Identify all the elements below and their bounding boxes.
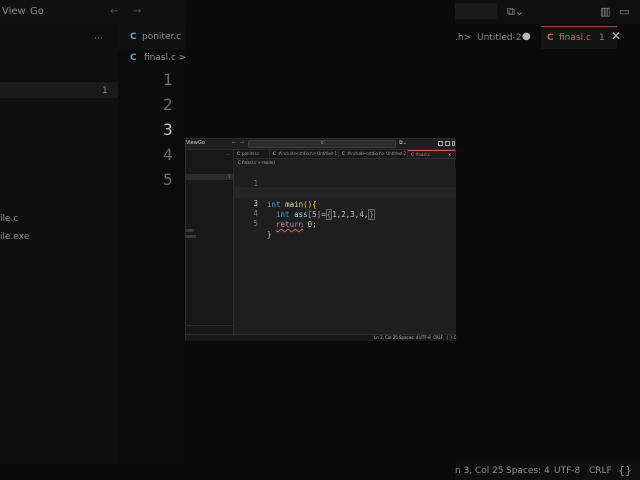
c-file-icon: C (411, 152, 414, 157)
c-file-icon: C (273, 151, 276, 156)
layout-aux-icon[interactable] (452, 141, 455, 146)
bg-line-4: 4 (163, 145, 173, 164)
explorer-file-row-1[interactable] (186, 229, 194, 232)
tab-finasl[interactable]: Cfinasl.c ✕ (408, 150, 456, 158)
bg-line-3: 3 (163, 120, 173, 139)
bg-sidebar-selected (0, 82, 118, 98)
bg-breadcrumb: finasl.c > (144, 53, 187, 63)
bg-bc-c-icon: C (130, 53, 137, 63)
status-encoding[interactable]: UTF-8 (419, 335, 431, 341)
editor-tabs: Cponiter.c C #include<stdio.h> Untitled-1… (234, 150, 456, 159)
title-bar: View Go ← → c ⧉⌄ (186, 139, 456, 150)
bg-status-lang-icon: {} (618, 464, 632, 477)
bg-badge: 1 (102, 86, 108, 96)
c-file-icon: C (342, 151, 345, 156)
search-icon: c (321, 140, 324, 146)
bg-tab-close-num: 1 (599, 33, 605, 43)
c-file-icon: C (237, 151, 240, 156)
explorer-divider (186, 325, 233, 326)
bg-tabbar: C poniter.c (118, 24, 185, 50)
bg-layout-icon: ▥ (600, 5, 611, 18)
bg-tab-untitled2: Untitled-2 (477, 33, 522, 43)
menu-go[interactable]: Go (198, 140, 205, 146)
menu-view[interactable]: View (186, 140, 198, 146)
line-number: 5 (253, 219, 258, 228)
background-menubar: View Go ← → (0, 0, 185, 24)
bg-status-eol: CRLF (589, 466, 612, 476)
bg-search-remnant (455, 3, 497, 19)
bg-line-1: 1 (163, 70, 173, 89)
copilot-icon[interactable]: ⧉⌄ (399, 140, 407, 146)
explorer-sidebar: ··· 1 (186, 150, 234, 334)
bg-c-icon: C (130, 32, 137, 42)
tab-label: finasl.c (415, 152, 431, 157)
bg-tab-h-suffix: .h> (455, 33, 472, 43)
bg-menu-go: Go (30, 6, 44, 17)
status-position[interactable]: Ln 3, Col 25 (374, 335, 398, 341)
bg-tab-poniter: poniter.c (142, 32, 182, 42)
layout-panel-icon[interactable] (445, 141, 450, 146)
bg-file-exe: ile.exe (0, 232, 30, 242)
command-center-search[interactable]: c (248, 140, 396, 148)
code-line-5: 5 } (234, 207, 456, 239)
back-arrow-icon[interactable]: ← (232, 140, 236, 146)
bg-panel-icon: ▭ (619, 5, 630, 18)
bg-status-pos: n 3, Col 25 (455, 466, 504, 476)
status-bar: Ln 3, Col 25 Spaces: 4 UTF-8 CRLF { } C (186, 334, 456, 341)
bg-line-5: 5 (163, 170, 173, 189)
bg-tab-finasl: finasl.c (559, 33, 591, 43)
status-spaces[interactable]: Spaces: 4 (399, 335, 418, 341)
bg-close-icon: ✕ (611, 29, 622, 43)
forward-arrow-icon[interactable]: → (240, 140, 244, 146)
bg-file-c: ile.c (0, 214, 19, 224)
bg-status-enc: UTF-8 (554, 466, 581, 476)
layout-sidebar-icon[interactable] (438, 141, 443, 146)
line-text: } (267, 230, 272, 239)
line-text: return 0; (276, 220, 317, 229)
bg-forward-arrow-icon: → (133, 6, 142, 17)
explorer-selected-row[interactable] (186, 174, 233, 180)
bg-editor (118, 24, 185, 464)
tab-untitled-1[interactable]: C #include<stdio.h> Untitled-1 (270, 150, 339, 158)
code-editor[interactable]: 1 #include<stdio.h> 2 int main(){ 3 int … (234, 167, 456, 334)
tab-untitled-2[interactable]: C #include<stdio.h> Untitled-2 (339, 150, 408, 158)
bg-more-icon: ··· (94, 34, 103, 44)
bg-dirty-dot-icon: ● (522, 31, 531, 42)
bg-copilot-icon: ⧉⌄ (507, 5, 525, 18)
bg-back-arrow-icon: ← (110, 6, 119, 17)
bg-menu-view: View (2, 6, 26, 17)
status-eol[interactable]: CRLF (433, 335, 443, 341)
bg-active-c-icon: C (547, 33, 554, 43)
tab-label: #include<stdio.h> Untitled-2 (346, 151, 407, 156)
bg-status-spaces: Spaces: 4 (506, 466, 550, 476)
bg-right-region: ⧉⌄ ▥ ▭ .h> Untitled-2 ● C finasl.c 1 ✕ (455, 0, 640, 480)
explorer-file-row-2[interactable] (186, 235, 196, 238)
bg-right-titlebar: ⧉⌄ ▥ ▭ (455, 0, 640, 24)
status-language[interactable]: { } C (446, 335, 456, 341)
tab-label: #include<stdio.h> Untitled-1 (277, 151, 338, 156)
bg-statusbar: n 3, Col 25 Spaces: 4 UTF-8 CRLF {} (455, 462, 640, 480)
tab-poniter[interactable]: Cponiter.c (234, 150, 270, 158)
breadcrumb[interactable]: C finasl.c > main() (238, 160, 275, 165)
bg-line-2: 2 (163, 95, 173, 114)
tab-close-icon[interactable]: ✕ (448, 151, 451, 158)
bg-sidebar: ··· ile.c ile.exe 1 (0, 24, 118, 464)
vscode-window: View Go ← → c ⧉⌄ ··· 1 Cponiter.c C #incl… (185, 138, 456, 341)
tab-label: poniter.c (241, 151, 260, 156)
